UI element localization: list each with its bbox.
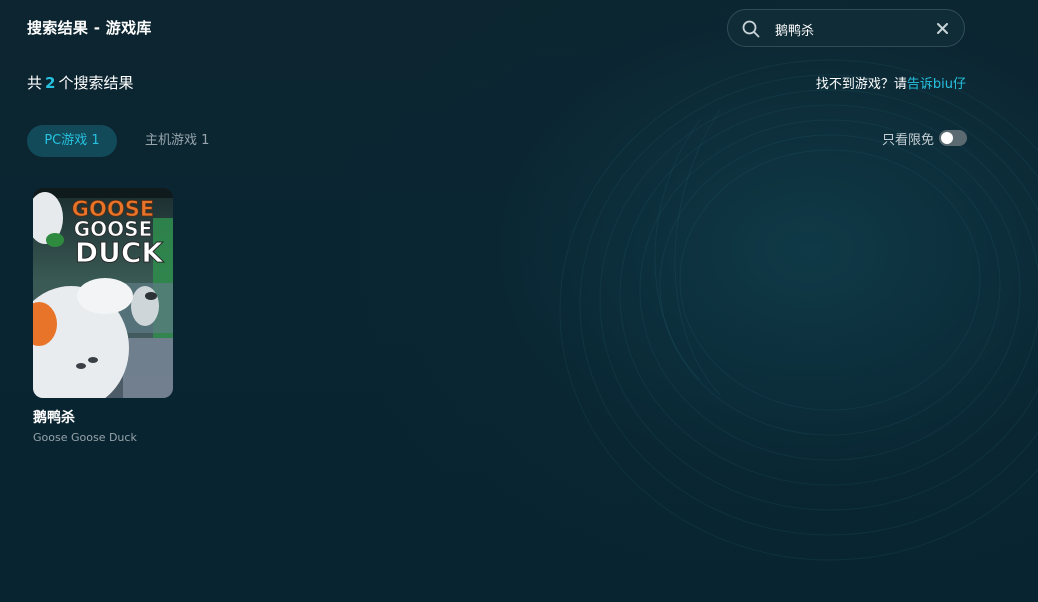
free-only-filter: 只看限免 [882, 128, 967, 148]
tab-console-games[interactable]: 主机游戏 1 [145, 125, 209, 157]
search-input[interactable] [775, 18, 925, 40]
feedback-text: 找不到游戏？请 [815, 77, 907, 92]
game-card[interactable]: GOOSE GOOSE DUCK 鹅鸭杀 Goose Goose Duck [33, 188, 173, 444]
page-title: 搜索结果 - 游戏库 [27, 19, 152, 37]
result-count: 2 [45, 74, 56, 92]
result-suffix: 个搜索结果 [58, 74, 134, 92]
cover-title-line-3: DUCK [75, 236, 165, 269]
search-box[interactable] [727, 9, 965, 47]
toggle-knob [941, 132, 953, 144]
result-summary: 共 2 个搜索结果 [27, 72, 133, 93]
feedback-link[interactable]: 告诉biu仔 [907, 77, 966, 92]
free-only-toggle[interactable] [939, 130, 967, 146]
free-only-label: 只看限免 [881, 132, 934, 148]
search-icon [742, 20, 760, 38]
game-subtitle: Goose Goose Duck [33, 431, 137, 444]
game-title[interactable]: 鹅鸭杀 [33, 407, 173, 427]
game-cover-image[interactable]: GOOSE GOOSE DUCK [33, 188, 173, 398]
result-prefix: 共 [27, 74, 43, 92]
close-icon[interactable] [937, 23, 948, 34]
feedback-prompt: 找不到游戏？请告诉biu仔 [816, 73, 966, 92]
tab-pc-games[interactable]: PC游戏 1 [27, 125, 117, 157]
